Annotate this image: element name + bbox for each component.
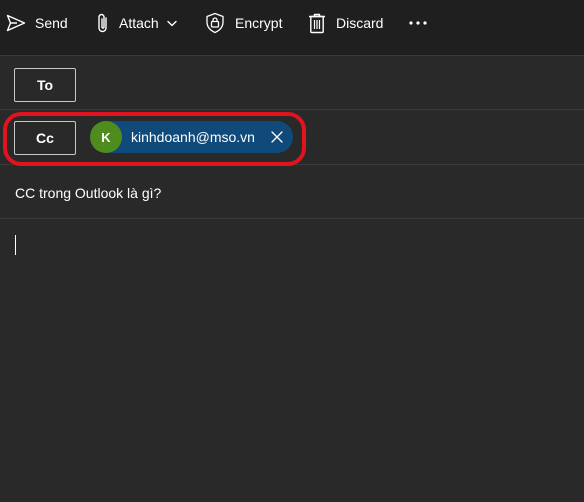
attach-label: Attach <box>119 15 159 31</box>
paperclip-icon <box>96 12 110 34</box>
encrypt-label: Encrypt <box>235 15 283 31</box>
cc-row: Cc K kinhdoanh@mso.vn <box>0 110 584 165</box>
send-label: Send <box>35 15 68 31</box>
discard-button[interactable]: Discard <box>307 7 383 39</box>
encrypt-button[interactable]: Encrypt <box>204 7 282 39</box>
more-horizontal-icon <box>409 21 427 25</box>
subject-row[interactable]: CC trong Outlook là gì? <box>0 165 584 219</box>
to-button[interactable]: To <box>14 68 76 102</box>
send-icon <box>6 14 26 32</box>
shield-lock-icon <box>204 12 226 34</box>
more-options-button[interactable] <box>406 7 430 39</box>
recipient-chip[interactable]: K kinhdoanh@mso.vn <box>90 121 293 153</box>
text-cursor <box>15 235 16 255</box>
message-body[interactable] <box>0 219 584 502</box>
recipient-email: kinhdoanh@mso.vn <box>131 129 255 145</box>
attach-button[interactable]: Attach <box>96 7 177 39</box>
toolbar: Send Attach Encrypt Discard <box>0 0 584 46</box>
cc-button[interactable]: Cc <box>14 121 76 155</box>
subject-text: CC trong Outlook là gì? <box>15 185 162 201</box>
compose-pane: To Cc K kinhdoanh@mso.vn CC trong Outloo… <box>0 55 584 502</box>
to-row: To <box>0 56 584 110</box>
chevron-down-icon <box>167 20 177 27</box>
avatar: K <box>90 121 122 153</box>
trash-icon <box>307 12 327 34</box>
discard-label: Discard <box>336 15 384 31</box>
remove-recipient-icon[interactable] <box>269 129 285 145</box>
send-button[interactable]: Send <box>6 7 68 39</box>
